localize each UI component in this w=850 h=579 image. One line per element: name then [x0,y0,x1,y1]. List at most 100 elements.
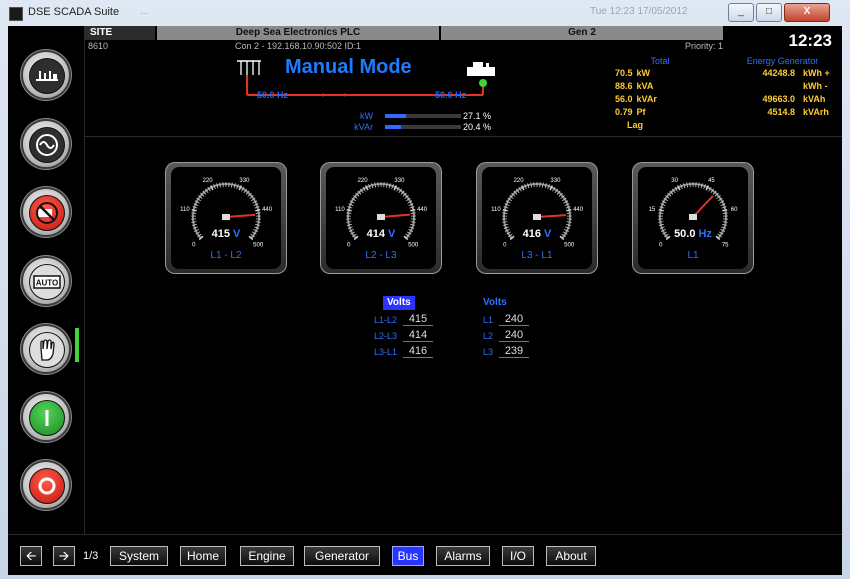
minimize-button[interactable]: _ [728,3,754,22]
gauge-tick-label: 440 [262,207,273,213]
gauge-tick [255,208,261,212]
volts-ll-row: L3-L1 416 [347,345,437,359]
gauge-label: L1 - L2 [210,250,242,261]
gauge-value: 416 V [522,228,552,240]
gauges-area: 0 110 220 330 440 500 415 V L1 - L2 0 110 220 330… [85,136,842,536]
kvar-bar-fill [385,125,401,129]
gauge-tick [658,208,664,212]
gauge-tick [255,212,261,214]
site-code: 8610 [88,41,109,51]
gauge-l1-l2: 0 110 220 330 440 500 415 V L1 - L2 [165,162,287,274]
gauge-tick [191,212,197,214]
generator-set-icon [467,62,497,76]
gauge-tick-label: 30 [671,178,678,184]
window-ghost-text-left: ... [140,6,149,17]
kw-bar: kW 27.1 % [343,111,543,121]
energy-row: 4514.8 kVArh [767,107,829,117]
gauge-tick-label: 500 [408,242,419,248]
close-button[interactable]: X [784,3,830,22]
gauge-tick-label: 220 [358,178,369,184]
totals-row: 56.0 kVAr [615,94,657,104]
gauge-tick [191,221,197,223]
volts-ll-table: Volts L1-L2 415 L2-L3 414 L3-L1 416 [347,296,447,366]
gauge-tick [191,208,197,212]
gauge-tick [722,221,728,223]
page-forward-button[interactable]: 🡪 [53,546,75,566]
gauge-tick-label: 0 [659,242,663,248]
totals-row: 0.79 Pf [615,107,646,117]
bus-mimic-button[interactable] [23,52,69,98]
app-icon [9,7,23,21]
gauge-face: 0 110 220 330 440 500 415 V L1 - L2 [171,167,281,269]
volts-ln-row: L2 240 [443,329,533,343]
volts-ln-row: L3 239 [443,345,533,359]
clock: 12:23 [788,31,832,50]
gauge-tick-label: 440 [573,207,584,213]
gauge-tick-label: 330 [239,178,250,184]
auto-icon: AUTO [29,264,65,300]
gauge-label: L2 - L3 [365,250,397,261]
gauge-needle [692,195,714,218]
gauge-hub [377,214,385,220]
page-back-button[interactable]: 🡨 [20,546,42,566]
gauge-needle [536,214,567,218]
gauge-hub [689,214,697,220]
gauge-face: 0 110 220 330 440 500 414 V L2 - L3 [326,167,436,269]
gauge-tick-label: 15 [649,207,656,213]
gauge-needle [225,213,255,218]
tab-io[interactable]: I/O [502,546,534,566]
totals-row: 70.5 kW [615,68,651,78]
gauge-frequency: 0 15 30 45 60 75 50.0 Hz L1 [632,162,754,274]
generator-frequency: 50.0 Hz [435,90,467,100]
energy-row: 49663.0 kVAh [762,94,826,104]
tab-about[interactable]: About [546,546,596,566]
gauge-hub [533,214,541,220]
gauge-tick-label: 440 [417,207,428,213]
gauge-tick-label: 75 [722,242,729,248]
kvar-bar-value: 20.4 % [463,122,492,132]
kvar-bar-label: kVAr [354,122,373,132]
tab-generator[interactable]: Generator [304,546,380,566]
energy-row: kWh - [803,81,828,91]
gauge-tick [346,221,352,223]
totals-row: Lag [627,120,644,130]
start-button[interactable] [23,394,69,440]
kw-bar-value: 27.1 % [463,111,492,121]
gauge-label: L3 - L1 [521,250,553,261]
gauge-tick [722,212,728,214]
volts-ln-table: Volts L1 240 L2 240 L3 239 [453,296,553,366]
gauge-label: L1 [687,250,699,261]
off-button[interactable] [23,189,69,235]
energy-heading: Energy Generator [746,56,819,66]
gauge-tick-label: 0 [347,242,351,248]
tab-system[interactable]: System [110,546,168,566]
off-icon [29,195,65,231]
volts-ll-row: L1-L2 415 [347,313,437,327]
auto-button[interactable]: AUTO [23,258,69,304]
stop-button[interactable] [23,462,69,508]
gauge-tick [374,182,376,188]
gauge-tick-label: 110 [491,207,501,213]
volts-ln-row: L1 240 [443,313,533,327]
tab-engine[interactable]: Engine [240,546,294,566]
tab-home[interactable]: Home [180,546,226,566]
kvar-bar: kVAr 20.4 % [343,122,543,132]
tab-bus[interactable]: Bus [392,546,424,566]
control-sidebar: AUTO [8,26,85,534]
kw-bar-label: kW [360,111,373,121]
kvar-bar-track [385,125,461,129]
gauge-value: 414 V [366,228,396,240]
maximize-button[interactable]: □ [756,3,782,22]
scada-client-area: AUTO SITE 8610 Deep Sea Electronics PLC … [8,26,842,575]
gauge-tick [502,208,508,212]
gauge-tick-label: 0 [192,242,196,248]
gauge-tick [410,221,416,223]
gauge-tick [722,208,728,212]
tab-alarms[interactable]: Alarms [436,546,490,566]
company-name: Deep Sea Electronics PLC [157,26,439,40]
bus-frequency: 50.0 Hz [257,90,289,100]
manual-button[interactable] [23,326,69,372]
manual-mode-indicator [75,328,79,362]
arrow-right-icon: 🡪 [58,548,70,563]
generator-button[interactable] [23,121,69,167]
